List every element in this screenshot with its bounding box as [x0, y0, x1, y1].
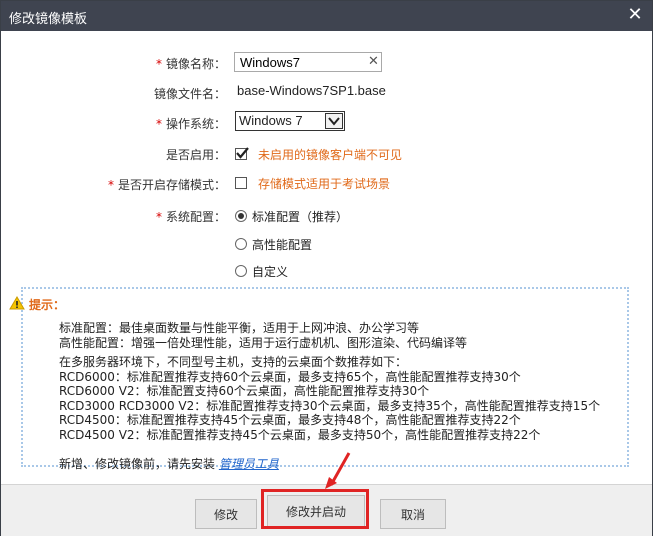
- install-tip-text: 新增、修改镜像前，请先安装: [59, 457, 216, 471]
- image-name-label: 镜像名称：: [165, 57, 226, 71]
- tip-line: 高性能配置：增强一倍处理性能，适用于运行虚机机、图形渲染、代码编译等: [59, 336, 468, 350]
- required-mark: *: [107, 178, 114, 192]
- chevron-down-icon: [328, 117, 340, 126]
- dialog-title: 修改镜像模板: [9, 12, 88, 27]
- arrow-annotation-icon: [325, 452, 351, 489]
- radio-high-performance[interactable]: [235, 238, 247, 250]
- radio-custom-label[interactable]: 自定义: [252, 263, 288, 280]
- modify-button[interactable]: 修改: [195, 499, 257, 529]
- close-icon[interactable]: ✕: [624, 4, 646, 26]
- storage-mode-label: 是否开启存储模式：: [117, 178, 226, 192]
- radio-custom[interactable]: [235, 265, 247, 277]
- highlight-box: [261, 489, 369, 529]
- image-name-label-row: * 镜像名称：: [6, 55, 226, 72]
- cancel-button[interactable]: 取消: [380, 499, 446, 529]
- system-config-label: 系统配置：: [165, 210, 226, 224]
- radio-standard-config[interactable]: [235, 210, 247, 222]
- enabled-hint: 未启用的镜像客户端不可见: [258, 148, 403, 162]
- enabled-label: 是否启用：: [165, 148, 226, 162]
- required-mark: *: [155, 210, 162, 224]
- warning-icon: [9, 296, 25, 313]
- clear-input-icon[interactable]: ✕: [368, 54, 382, 70]
- required-mark: *: [155, 57, 162, 71]
- os-label-row: * 操作系统：: [6, 115, 226, 132]
- dropdown-button[interactable]: [325, 113, 343, 129]
- os-select[interactable]: Windows 7: [235, 111, 345, 131]
- required-mark: *: [155, 117, 162, 131]
- modify-image-template-dialog: 修改镜像模板 ✕ *镜像名称： ✕ 镜像文件名： base-Windows7SP…: [0, 0, 653, 536]
- image-file-label: 镜像文件名：: [153, 87, 226, 101]
- dialog-titlebar: 修改镜像模板 ✕: [1, 1, 652, 31]
- os-selected-value: Windows 7: [239, 113, 303, 128]
- checkmark-icon: [236, 147, 249, 159]
- tip-line: RCD4500 V2：标准配置推荐支持45个云桌面，最多支持50个，高性能配置推…: [59, 428, 541, 442]
- install-tip: 新增、修改镜像前，请先安装 管理员工具: [59, 455, 279, 472]
- storage-mode-label-row: * 是否开启存储模式：: [6, 176, 226, 193]
- storage-mode-hint: 存储模式适用于考试场景: [258, 177, 391, 191]
- storage-mode-checkbox[interactable]: [235, 177, 247, 189]
- admin-tool-link[interactable]: 管理员工具: [219, 457, 279, 471]
- image-file-value: base-Windows7SP1.base: [237, 83, 386, 98]
- radio-high-performance-label[interactable]: 高性能配置: [252, 236, 312, 253]
- tips-title: 提示：: [29, 298, 66, 312]
- system-config-label-row: * 系统配置：: [6, 208, 226, 225]
- radio-standard-config-label[interactable]: 标准配置（推荐）: [252, 208, 348, 225]
- image-name-input[interactable]: [234, 52, 382, 72]
- os-label: 操作系统：: [165, 117, 226, 131]
- enabled-checkbox[interactable]: [235, 147, 249, 160]
